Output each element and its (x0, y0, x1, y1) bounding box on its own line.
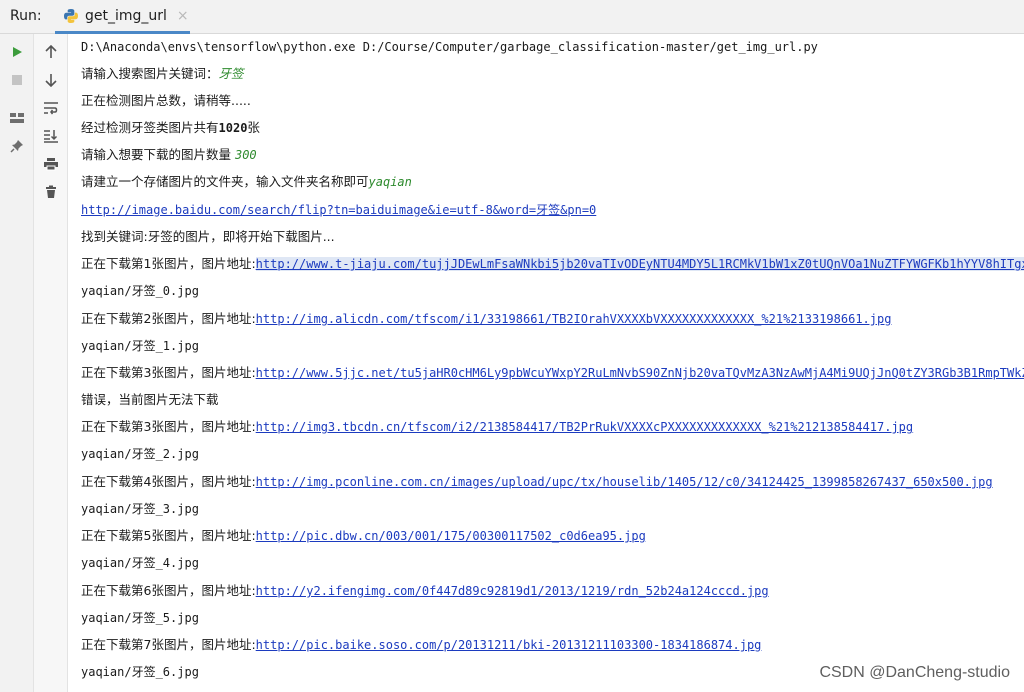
command-line: D:\Anaconda\envs\tensorflow\python.exe D… (81, 40, 818, 54)
image-url-link[interactable]: http://img.pconline.com.cn/images/upload… (256, 475, 993, 489)
run-icon[interactable] (5, 40, 29, 64)
keyword-input-value: 牙签 (218, 66, 244, 81)
search-url-link[interactable]: http://image.baidu.com/search/flip?tn=ba… (81, 203, 596, 217)
folder-input-value: yaqian (368, 175, 412, 189)
search-url-line: http://image.baidu.com/search/flip?tn=ba… (81, 202, 596, 218)
saved-file-line: yaqian/牙签_5.jpg (81, 611, 199, 625)
image-url-link[interactable]: http://pic.dbw.cn/003/001/175/0030011750… (256, 529, 646, 543)
stop-icon[interactable] (5, 68, 29, 92)
download-line: 正在下载第7张图片，图片地址:http://pic.baike.soso.com… (81, 637, 762, 652)
run-label: Run: (10, 8, 42, 24)
console-output[interactable]: D:\Anaconda\envs\tensorflow\python.exe D… (68, 34, 1024, 692)
image-url-link[interactable]: http://pic.baike.soso.com/p/20131211/bki… (256, 638, 762, 652)
layout-icon[interactable] (5, 106, 29, 130)
download-line: 正在下载第1张图片，图片地址:http://www.t-jiaju.com/tu… (81, 256, 1024, 272)
trash-icon[interactable] (39, 180, 63, 204)
download-line: 正在下载第6张图片，图片地址:http://y2.ifengimg.com/0f… (81, 583, 769, 598)
python-icon (63, 8, 79, 24)
image-url-link[interactable]: http://y2.ifengimg.com/0f447d89c92819d1/… (256, 584, 769, 598)
saved-file-line: yaqian/牙签_3.jpg (81, 502, 199, 516)
image-url-link[interactable]: http://img3.tbcdn.cn/tfscom/i2/213858441… (256, 420, 913, 434)
run-tab-get-img-url[interactable]: get_img_url × (55, 0, 190, 34)
down-arrow-icon[interactable] (39, 68, 63, 92)
found-count: 1020 (218, 121, 248, 135)
soft-wrap-icon[interactable] (39, 96, 63, 120)
csdn-watermark: CSDN @DanCheng-studio (819, 664, 1010, 681)
saved-file-line: yaqian/牙签_0.jpg (81, 284, 199, 298)
count-input-value: 300 (234, 148, 257, 162)
download-line: 正在下载第5张图片，图片地址:http://pic.dbw.cn/003/001… (81, 528, 646, 543)
keyword-prompt: 请输入搜索图片关键词： (81, 66, 219, 81)
run-toolbar-secondary (34, 34, 68, 692)
saved-file-line: yaqian/牙签_1.jpg (81, 339, 199, 353)
image-url-link[interactable]: http://www.5jjc.net/tu5jaHR0cHM6Ly9pbWcu… (256, 366, 1024, 380)
download-line: 正在下载第3张图片，图片地址:http://img3.tbcdn.cn/tfsc… (81, 419, 914, 434)
close-icon[interactable]: × (177, 8, 189, 24)
run-toolwindow-header: Run: get_img_url × (0, 0, 1024, 34)
up-arrow-icon[interactable] (39, 40, 63, 64)
pin-icon[interactable] (5, 134, 29, 158)
print-icon[interactable] (39, 152, 63, 176)
download-line: 正在下载第3张图片，图片地址:http://www.5jjc.net/tu5ja… (81, 365, 1024, 381)
tab-title: get_img_url (85, 7, 167, 24)
folder-prompt-line: 请建立一个存储图片的文件夹，输入文件夹名称即可yaqian (81, 174, 412, 189)
error-line: 错误，当前图片无法下载 (81, 392, 219, 407)
download-line: 正在下载第4张图片，图片地址:http://img.pconline.com.c… (81, 474, 993, 489)
keyword-prompt-line: 请输入搜索图片关键词：牙签 (81, 66, 244, 82)
image-url-link[interactable]: http://www.t-jiaju.com/tujjJDEwLmFsaWNkb… (255, 257, 1024, 271)
scroll-to-end-icon[interactable] (39, 124, 63, 148)
checking-line: 正在检测图片总数，请稍等..... (81, 93, 251, 108)
saved-file-line: yaqian/牙签_2.jpg (81, 447, 199, 461)
saved-file-line: yaqian/牙签_4.jpg (81, 556, 199, 570)
download-line: 正在下载第2张图片，图片地址:http://img.alicdn.com/tfs… (81, 311, 892, 326)
run-toolbar-primary (0, 34, 34, 692)
image-url-link[interactable]: http://img.alicdn.com/tfscom/i1/33198661… (256, 312, 892, 326)
start-download-line: 找到关键词:牙签的图片，即将开始下载图片... (81, 229, 335, 244)
count-prompt-line: 请输入想要下载的图片数量 300 (81, 147, 257, 162)
saved-file-line: yaqian/牙签_6.jpg (81, 665, 199, 679)
found-count-line: 经过检测牙签类图片共有1020张 (81, 120, 260, 135)
